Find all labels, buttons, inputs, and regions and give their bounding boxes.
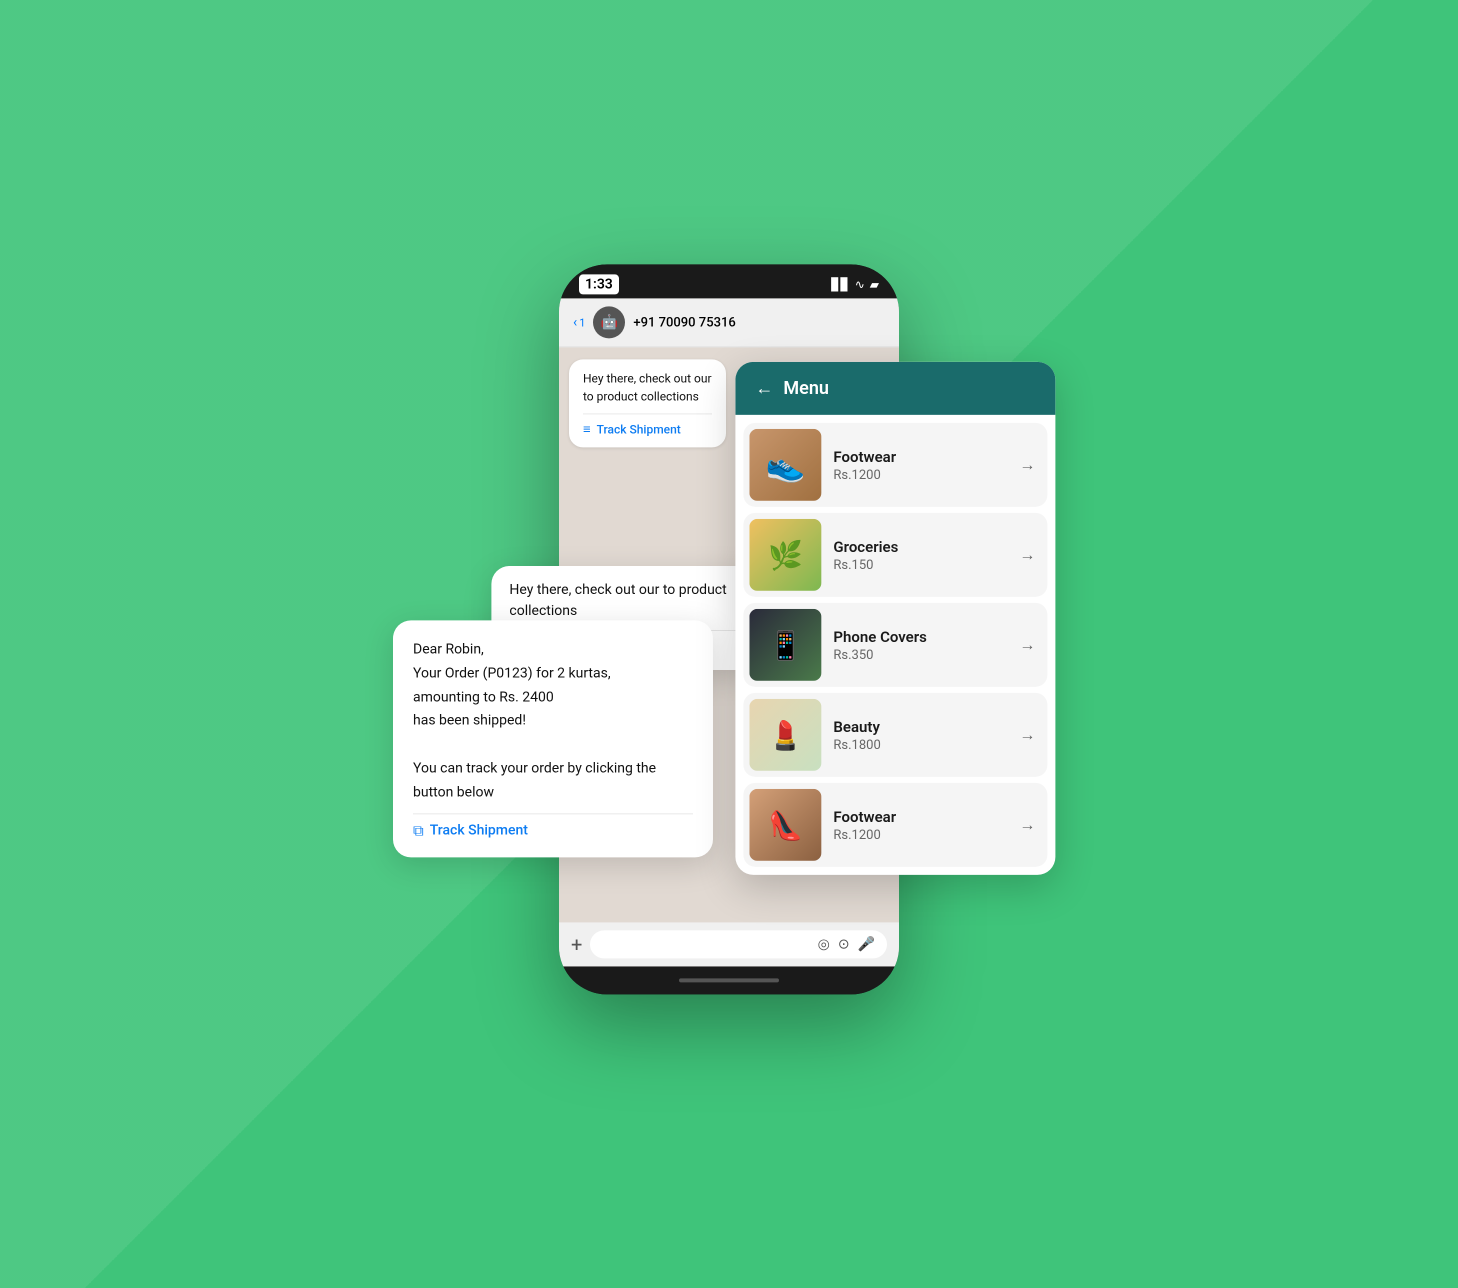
shoes2-image-placeholder: 👠	[749, 789, 821, 861]
phone-track-shipment-1[interactable]: ≡ Track Shipment	[583, 413, 712, 437]
mic-icon[interactable]: 🎤	[858, 936, 875, 952]
menu-panel: ← Menu 👟 Footwear Rs.1200 → 🌿	[735, 362, 1055, 875]
menu-item-groceries[interactable]: 🌿 Groceries Rs.150 →	[743, 513, 1047, 597]
chat-text-input[interactable]: ◎ ⊙ 🎤	[590, 930, 887, 958]
floating-track-label-bottom: Track Shipment	[430, 822, 528, 838]
chat-input-icons: ◎ ⊙ 🎤	[818, 936, 875, 952]
chat-header: ‹ 1 🤖 +91 70090 75316	[559, 298, 899, 347]
back-chevron-icon: ‹	[573, 314, 577, 330]
chat-input-bar: + ◎ ⊙ 🎤	[559, 922, 899, 966]
floating-bubble-top-text: Hey there, check out our to product coll…	[509, 580, 743, 622]
battery-icon: ▰	[870, 277, 879, 291]
groceries-image-placeholder: 🌿	[749, 519, 821, 591]
menu-title: Menu	[783, 378, 829, 399]
robot-icon: 🤖	[601, 314, 618, 330]
phone-time: 1:33	[579, 274, 619, 294]
phone-covers-info: Phone Covers Rs.350	[833, 627, 1007, 662]
chat-back-button[interactable]: ‹ 1	[573, 314, 585, 330]
phone-home-bar	[559, 966, 899, 994]
floating-bubble-bottom-text: Dear Robin, Your Order (P0123) for 2 kur…	[413, 638, 693, 805]
beauty-name: Beauty	[833, 717, 1007, 735]
phone-status-icons: ▊▊ ∿ ▰	[831, 277, 879, 291]
footwear-1-info: Footwear Rs.1200	[833, 447, 1007, 482]
beauty-image-placeholder: 💄	[749, 699, 821, 771]
groceries-price: Rs.150	[833, 557, 1007, 572]
main-scene: 1:33 ▊▊ ∿ ▰ ‹ 1 🤖 +91 70090 75316	[379, 169, 1079, 1119]
phone-covers-image: 📱	[749, 609, 821, 681]
chat-contact-number: +91 70090 75316	[633, 315, 735, 330]
beauty-info: Beauty Rs.1800	[833, 717, 1007, 752]
phone-status-bar: 1:33 ▊▊ ∿ ▰	[559, 264, 899, 298]
sticker-icon[interactable]: ◎	[818, 936, 830, 952]
notification-badge: 1	[579, 316, 585, 329]
chat-plus-icon[interactable]: +	[571, 932, 582, 956]
menu-item-footwear-2[interactable]: 👠 Footwear Rs.1200 →	[743, 783, 1047, 867]
beauty-price: Rs.1800	[833, 737, 1007, 752]
footwear-1-arrow-icon: →	[1019, 455, 1035, 475]
list-icon: ≡	[583, 421, 591, 437]
menu-back-arrow-icon[interactable]: ←	[755, 378, 773, 399]
beauty-arrow-icon: →	[1019, 725, 1035, 745]
menu-item-beauty[interactable]: 💄 Beauty Rs.1800 →	[743, 693, 1047, 777]
track-shipment-label-1: Track Shipment	[597, 422, 681, 436]
shoes-image-placeholder: 👟	[749, 429, 821, 501]
wifi-icon: ∿	[855, 277, 865, 291]
footwear-2-arrow-icon: →	[1019, 815, 1035, 835]
phone-covers-image-placeholder: 📱	[749, 609, 821, 681]
footwear-2-info: Footwear Rs.1200	[833, 807, 1007, 842]
beauty-image: 💄	[749, 699, 821, 771]
menu-item-phone-covers[interactable]: 📱 Phone Covers Rs.350 →	[743, 603, 1047, 687]
footwear-2-name: Footwear	[833, 807, 1007, 825]
groceries-name: Groceries	[833, 537, 1007, 555]
menu-item-footwear-1[interactable]: 👟 Footwear Rs.1200 →	[743, 423, 1047, 507]
signal-icon: ▊▊	[831, 277, 849, 291]
menu-items-list: 👟 Footwear Rs.1200 → 🌿 Groceries Rs.150 …	[735, 415, 1055, 875]
phone-covers-price: Rs.350	[833, 647, 1007, 662]
phone-bubble-1-text: Hey there, check out ourto product colle…	[583, 369, 712, 405]
chat-avatar: 🤖	[593, 306, 625, 338]
external-link-icon: ⧉	[413, 821, 424, 839]
floating-track-shipment-bottom[interactable]: ⧉ Track Shipment	[413, 813, 693, 839]
camera-icon[interactable]: ⊙	[838, 936, 850, 952]
footwear-1-name: Footwear	[833, 447, 1007, 465]
footwear-2-price: Rs.1200	[833, 827, 1007, 842]
groceries-arrow-icon: →	[1019, 545, 1035, 565]
menu-header: ← Menu	[735, 362, 1055, 415]
groceries-image: 🌿	[749, 519, 821, 591]
footwear-1-image: 👟	[749, 429, 821, 501]
phone-covers-name: Phone Covers	[833, 627, 1007, 645]
floating-bubble-bottom: Dear Robin, Your Order (P0123) for 2 kur…	[393, 620, 713, 857]
home-indicator	[679, 978, 779, 982]
footwear-1-price: Rs.1200	[833, 467, 1007, 482]
footwear-2-image: 👠	[749, 789, 821, 861]
phone-covers-arrow-icon: →	[1019, 635, 1035, 655]
phone-bubble-1: Hey there, check out ourto product colle…	[569, 359, 726, 447]
groceries-info: Groceries Rs.150	[833, 537, 1007, 572]
